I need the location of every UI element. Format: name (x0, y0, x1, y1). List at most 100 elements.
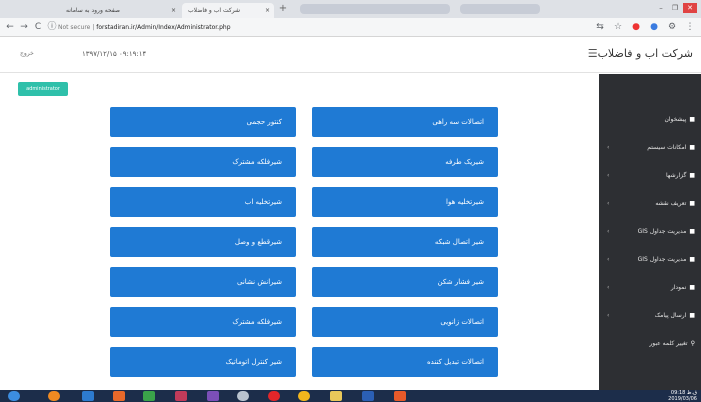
browser-tab-2[interactable]: صفحه ورود به سامانه × (60, 3, 180, 18)
page-header: شرکت اب و فاضلاب☰ خروج ۱۳۹۷/۱۲/۱۵ ۰۹:۱۹:… (0, 38, 701, 73)
tile-water-meter[interactable]: کنتور حجمی (110, 107, 296, 137)
key-icon: ⚲ (690, 340, 695, 347)
settings-icon[interactable]: ⚙ (667, 21, 677, 33)
tile-shared-valve[interactable]: شیرفلکه مشترک (110, 147, 296, 177)
browser-toolbar: ← → C ⓘ Not secure | forstadiran.ir/Admi… (0, 18, 701, 37)
sidebar-item-gis-tables-2[interactable]: ‹ ■مدیریت جداول GIS (599, 248, 701, 272)
sidebar-item-label: مدیریت جداول GIS (637, 228, 687, 235)
translate-icon[interactable]: ⇆ (595, 21, 605, 33)
extension-icon[interactable]: ● (631, 21, 641, 33)
sms-icon: ■ (689, 312, 695, 319)
browser-tab-active[interactable]: شرکت اب و فاضلاب × (182, 3, 274, 18)
security-label: Not secure (58, 24, 91, 31)
sidebar-item-label: مدیریت جداول GIS (637, 256, 687, 263)
system-tray-clock[interactable]: 09:18 ق.ظ 2019/03/06 (668, 390, 697, 402)
new-tab-button[interactable]: + (276, 3, 290, 15)
window-controls: – ❐ ✕ (655, 3, 697, 13)
chevron-left-icon: ‹ (607, 200, 610, 207)
tab-close-icon[interactable]: × (265, 3, 270, 18)
sidebar-item-system[interactable]: ‹ ■امکانات سیستم (599, 136, 701, 160)
administrator-badge[interactable]: administrator (18, 82, 68, 96)
publisher-icon[interactable] (175, 391, 187, 401)
sidebar-item-label: ارسال پیامک (654, 312, 687, 319)
mail-icon[interactable] (207, 391, 219, 401)
sidebar-item-label: گزارشها (665, 172, 687, 179)
ie-icon[interactable] (82, 391, 94, 401)
sidebar-item-label: نمودار (670, 284, 687, 291)
browser-titlebar: صفحه ورود به سامانه × شرکت اب و فاضلاب ×… (0, 0, 701, 18)
url-text: forstadiran.ir/Admin/Index/Administrator… (96, 24, 231, 31)
sidebar-item-chart[interactable]: ‹ ■نمودار (599, 276, 701, 300)
tile-tee-fitting[interactable]: اتصالات سه راهی (312, 107, 498, 137)
tile-shutoff-valve[interactable]: شیرقطع و وصل (110, 227, 296, 257)
address-bar[interactable]: Not secure | forstadiran.ir/Admin/Index/… (58, 21, 568, 34)
logout-link[interactable]: خروج (20, 50, 34, 57)
chevron-left-icon: ‹ (607, 144, 610, 151)
site-brand[interactable]: شرکت اب و فاضلاب☰ (586, 47, 693, 60)
hamburger-menu-icon[interactable]: ☰ (588, 47, 598, 60)
bookmark-star-icon[interactable]: ☆ (613, 21, 623, 33)
chrome-icon[interactable] (298, 391, 310, 401)
start-button-icon[interactable] (8, 391, 20, 401)
back-arrow-icon[interactable]: ← (4, 21, 16, 33)
sidebar-item-dashboard[interactable]: ■پیشخوان (599, 108, 701, 132)
firefox-icon[interactable] (48, 391, 60, 401)
table-icon: ■ (689, 228, 695, 235)
site-info-icon[interactable]: ⓘ (46, 21, 58, 33)
sidebar-item-label: امکانات سیستم (647, 144, 687, 151)
tile-drain-valve[interactable]: شیرتخلیه اب (110, 187, 296, 217)
sidebar-item-reports[interactable]: ‹ ■گزارشها (599, 164, 701, 188)
tab-label: صفحه ورود به سامانه (66, 7, 120, 14)
tile-elbow-fitting[interactable]: اتصالات زانویی (312, 307, 498, 337)
tab-label: شرکت اب و فاضلاب (188, 7, 241, 14)
table-icon: ■ (689, 256, 695, 263)
chevron-left-icon: ‹ (607, 228, 610, 235)
clock-date: 2019/03/06 (668, 396, 697, 402)
toolbar-icons: ⇆ ☆ ● ● ⚙ ⋮ (595, 21, 695, 33)
chevron-left-icon: ‹ (607, 312, 610, 319)
sidebar-item-define-map[interactable]: ‹ ■تعریف نقشه (599, 192, 701, 216)
sidebar: ■پیشخوان ‹ ■امکانات سیستم ‹ ■گزارشها ‹ ■… (599, 74, 701, 390)
reload-icon[interactable]: C (32, 21, 44, 33)
word-icon[interactable] (362, 391, 374, 401)
app-icon[interactable] (394, 391, 406, 401)
tab-close-icon[interactable]: × (171, 3, 176, 18)
chart-icon: ■ (689, 284, 695, 291)
tile-check-valve[interactable]: شیریک طرفه (312, 147, 498, 177)
browser-tab-1[interactable] (10, 3, 34, 18)
reports-icon: ■ (689, 172, 695, 179)
excel-icon[interactable] (143, 391, 155, 401)
tile-shared-valve-2[interactable]: شیرفلکه مشترک (110, 307, 296, 337)
close-window-button[interactable]: ✕ (683, 3, 697, 13)
blurred-tab-area (300, 4, 450, 14)
maximize-button[interactable]: ❐ (669, 3, 681, 13)
sidebar-item-change-password[interactable]: ⚲تغییر کلمه عبور (599, 332, 701, 356)
dashboard-icon: ■ (689, 116, 695, 123)
folder-icon[interactable] (330, 391, 342, 401)
tile-reducer-fitting[interactable]: اتصالات تبدیل کننده (312, 347, 498, 377)
extension-icon[interactable]: ● (649, 21, 659, 33)
minimize-button[interactable]: – (655, 3, 667, 13)
address-separator: | (92, 24, 95, 31)
chevron-left-icon: ‹ (607, 256, 610, 263)
forward-arrow-icon[interactable]: → (18, 21, 30, 33)
chevron-left-icon: ‹ (607, 172, 610, 179)
tile-air-release-valve[interactable]: شیرتخلیه هوا (312, 187, 498, 217)
tile-fire-hydrant[interactable]: شیرانش نشانی (110, 267, 296, 297)
tile-pressure-reducer-valve[interactable]: شیر فشار شکن (312, 267, 498, 297)
menu-icon[interactable]: ⋮ (685, 21, 695, 33)
opera-icon[interactable] (268, 391, 280, 401)
sidebar-item-sms[interactable]: ‹ ■ارسال پیامک (599, 304, 701, 328)
search-app-icon[interactable] (237, 391, 249, 401)
tile-network-connection-valve[interactable]: شیر اتصال شبکه (312, 227, 498, 257)
media-player-icon[interactable] (113, 391, 125, 401)
date-time-display: ۱۳۹۷/۱۲/۱۵ ۰۹:۱۹:۱۴ (82, 50, 147, 58)
sidebar-item-gis-tables[interactable]: ‹ ■مدیریت جداول GIS (599, 220, 701, 244)
system-icon: ■ (689, 144, 695, 151)
map-icon: ■ (689, 200, 695, 207)
chevron-left-icon: ‹ (607, 284, 610, 291)
sidebar-item-label: تعریف نقشه (655, 200, 687, 207)
tile-auto-control-valve[interactable]: شیر کنترل اتوماتیک (110, 347, 296, 377)
site-title: شرکت اب و فاضلاب (597, 47, 693, 60)
sidebar-item-label: تغییر کلمه عبور (649, 340, 688, 347)
